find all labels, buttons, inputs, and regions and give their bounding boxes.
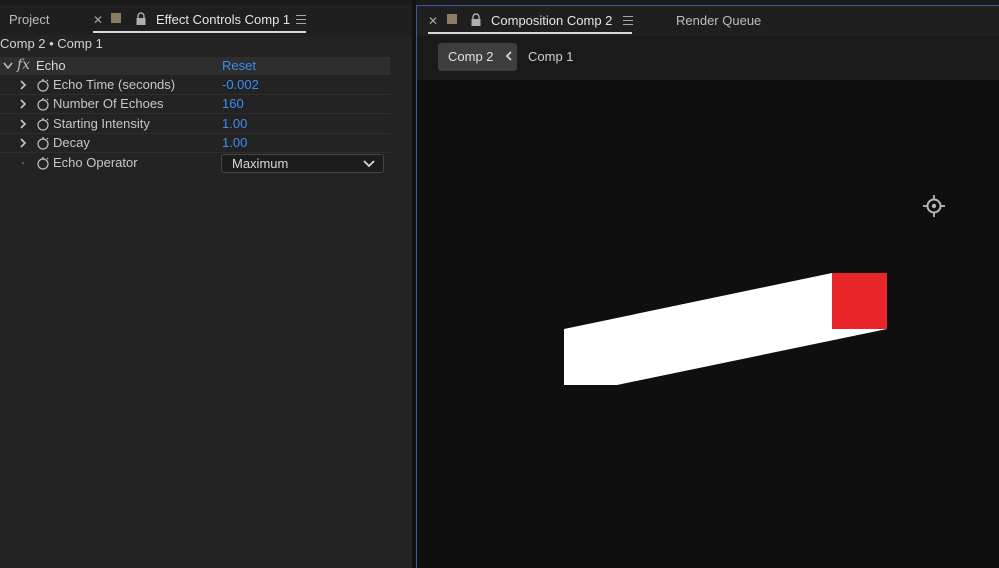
active-tab-underline [93, 31, 306, 33]
property-label: Decay [53, 135, 90, 150]
flow-next-comp[interactable]: Comp 1 [528, 49, 574, 64]
fx-icon[interactable]: fx [17, 57, 30, 73]
stopwatch-icon[interactable] [36, 78, 50, 92]
stopwatch-icon[interactable] [36, 117, 50, 131]
property-row-number-of-echoes: Number Of Echoes 160 [0, 95, 390, 114]
property-label: Number Of Echoes [53, 96, 164, 111]
chevron-right-icon[interactable] [18, 138, 28, 148]
chevron-right-icon[interactable] [18, 80, 28, 90]
breadcrumb: Comp 2 • Comp 1 [0, 36, 103, 51]
composition-panel: ✕ Composition Comp 2 Render Queue Comp 2… [416, 5, 999, 568]
panel-color-swatch [111, 13, 121, 23]
property-label: Echo Operator [53, 155, 138, 170]
stopwatch-icon[interactable] [36, 97, 50, 111]
chevron-down-icon[interactable] [3, 62, 13, 70]
property-row-starting-intensity: Starting Intensity 1.00 [0, 115, 390, 134]
tab-render-queue[interactable]: Render Queue [676, 6, 761, 36]
twirl-placeholder [22, 162, 24, 164]
panel-color-swatch [447, 14, 457, 24]
target-icon[interactable] [923, 195, 945, 217]
chevron-right-icon[interactable] [18, 119, 28, 129]
right-tab-bar: ✕ Composition Comp 2 Render Queue [417, 6, 999, 36]
composition-viewer[interactable] [417, 80, 999, 568]
active-tab-underline [428, 32, 632, 34]
panel-menu-icon[interactable] [623, 16, 633, 25]
property-value-scrub[interactable]: 160 [222, 96, 244, 111]
property-label: Echo Time (seconds) [53, 77, 176, 92]
property-row-echo-time: Echo Time (seconds) -0.002 [0, 76, 390, 95]
dropdown-selected-value: Maximum [232, 156, 289, 171]
echo-operator-dropdown[interactable]: Maximum [221, 154, 384, 173]
chevron-down-icon [363, 160, 375, 168]
effect-header-echo[interactable]: fx Echo Reset [0, 57, 390, 75]
left-tab-bar: Project ✕ Effect Controls Comp 1 [0, 5, 412, 35]
tab-project[interactable]: Project [9, 5, 49, 35]
property-row-decay: Decay 1.00 [0, 134, 390, 153]
reset-link[interactable]: Reset [222, 58, 256, 73]
flow-button-label: Comp 2 [448, 49, 494, 64]
comp-2-flow-button[interactable]: Comp 2 [438, 43, 517, 71]
property-value-scrub[interactable]: 1.00 [222, 116, 247, 131]
lock-icon[interactable] [135, 12, 147, 26]
red-solid-layer[interactable] [832, 273, 887, 329]
panel-menu-icon[interactable] [296, 15, 306, 24]
property-label: Starting Intensity [53, 116, 150, 131]
property-value-scrub[interactable]: -0.002 [222, 77, 259, 92]
composition-navigator-bar: Comp 2 Comp 1 [417, 36, 999, 80]
effect-name: Echo [36, 58, 66, 73]
effect-controls-panel: Project ✕ Effect Controls Comp 1 Comp 2 … [0, 5, 412, 568]
chevron-left-icon [505, 51, 512, 61]
viewer-canvas [564, 195, 945, 385]
chevron-right-icon[interactable] [18, 99, 28, 109]
lock-icon[interactable] [470, 13, 482, 27]
property-value-scrub[interactable]: 1.00 [222, 135, 247, 150]
stopwatch-icon[interactable] [36, 156, 50, 170]
stopwatch-icon[interactable] [36, 136, 50, 150]
